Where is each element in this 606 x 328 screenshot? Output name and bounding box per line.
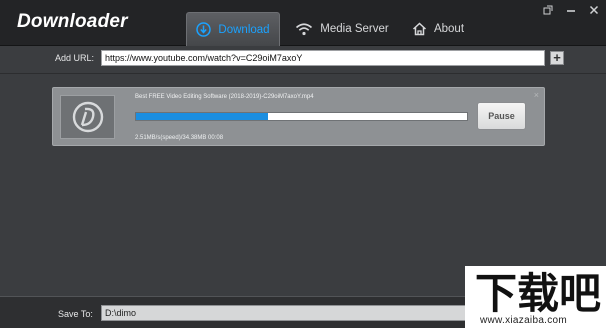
progress-bar xyxy=(135,112,468,121)
download-icon xyxy=(196,22,212,37)
minimize-icon[interactable] xyxy=(565,4,577,16)
add-url-label: Add URL: xyxy=(55,53,95,63)
restore-icon[interactable] xyxy=(542,4,554,16)
add-url-button[interactable]: + xyxy=(550,51,564,65)
title-bar: Downloader Download Media Server About xyxy=(0,0,606,46)
url-input[interactable] xyxy=(101,50,545,66)
watermark: 下载吧 www.xiazaiba.com xyxy=(465,266,606,328)
divider xyxy=(0,73,606,74)
tab-media-server[interactable]: Media Server xyxy=(292,12,392,46)
download-speed: 2.51MB/s(speed)/34.38MB 00:08 xyxy=(135,135,224,141)
svg-text:下载吧: 下载吧 xyxy=(475,269,601,314)
wifi-icon xyxy=(295,22,313,36)
tab-about[interactable]: About xyxy=(405,12,471,46)
video-thumbnail xyxy=(60,95,115,139)
watermark-url: www.xiazaiba.com xyxy=(480,315,568,326)
tab-download-label: Download xyxy=(218,23,270,36)
progress-fill xyxy=(136,113,269,120)
tab-download[interactable]: Download xyxy=(186,12,280,46)
remove-item-icon[interactable]: × xyxy=(534,90,539,100)
pause-button[interactable]: Pause xyxy=(477,102,526,130)
window-controls xyxy=(542,4,600,16)
file-name: Best FREE Video Editing Software (2018-2… xyxy=(135,94,314,100)
save-to-input[interactable] xyxy=(101,305,471,321)
home-icon xyxy=(412,22,427,36)
save-to-label: Save To: xyxy=(58,309,93,319)
watermark-logo: 下载吧 xyxy=(475,269,601,314)
tab-about-label: About xyxy=(433,23,465,35)
close-icon[interactable] xyxy=(588,4,600,16)
app-logo-icon xyxy=(72,101,103,133)
download-item-card: Best FREE Video Editing Software (2018-2… xyxy=(52,87,545,146)
url-row: Add URL: + xyxy=(0,47,606,72)
app-title: Downloader xyxy=(17,11,128,32)
tab-media-server-label: Media Server xyxy=(320,23,389,35)
